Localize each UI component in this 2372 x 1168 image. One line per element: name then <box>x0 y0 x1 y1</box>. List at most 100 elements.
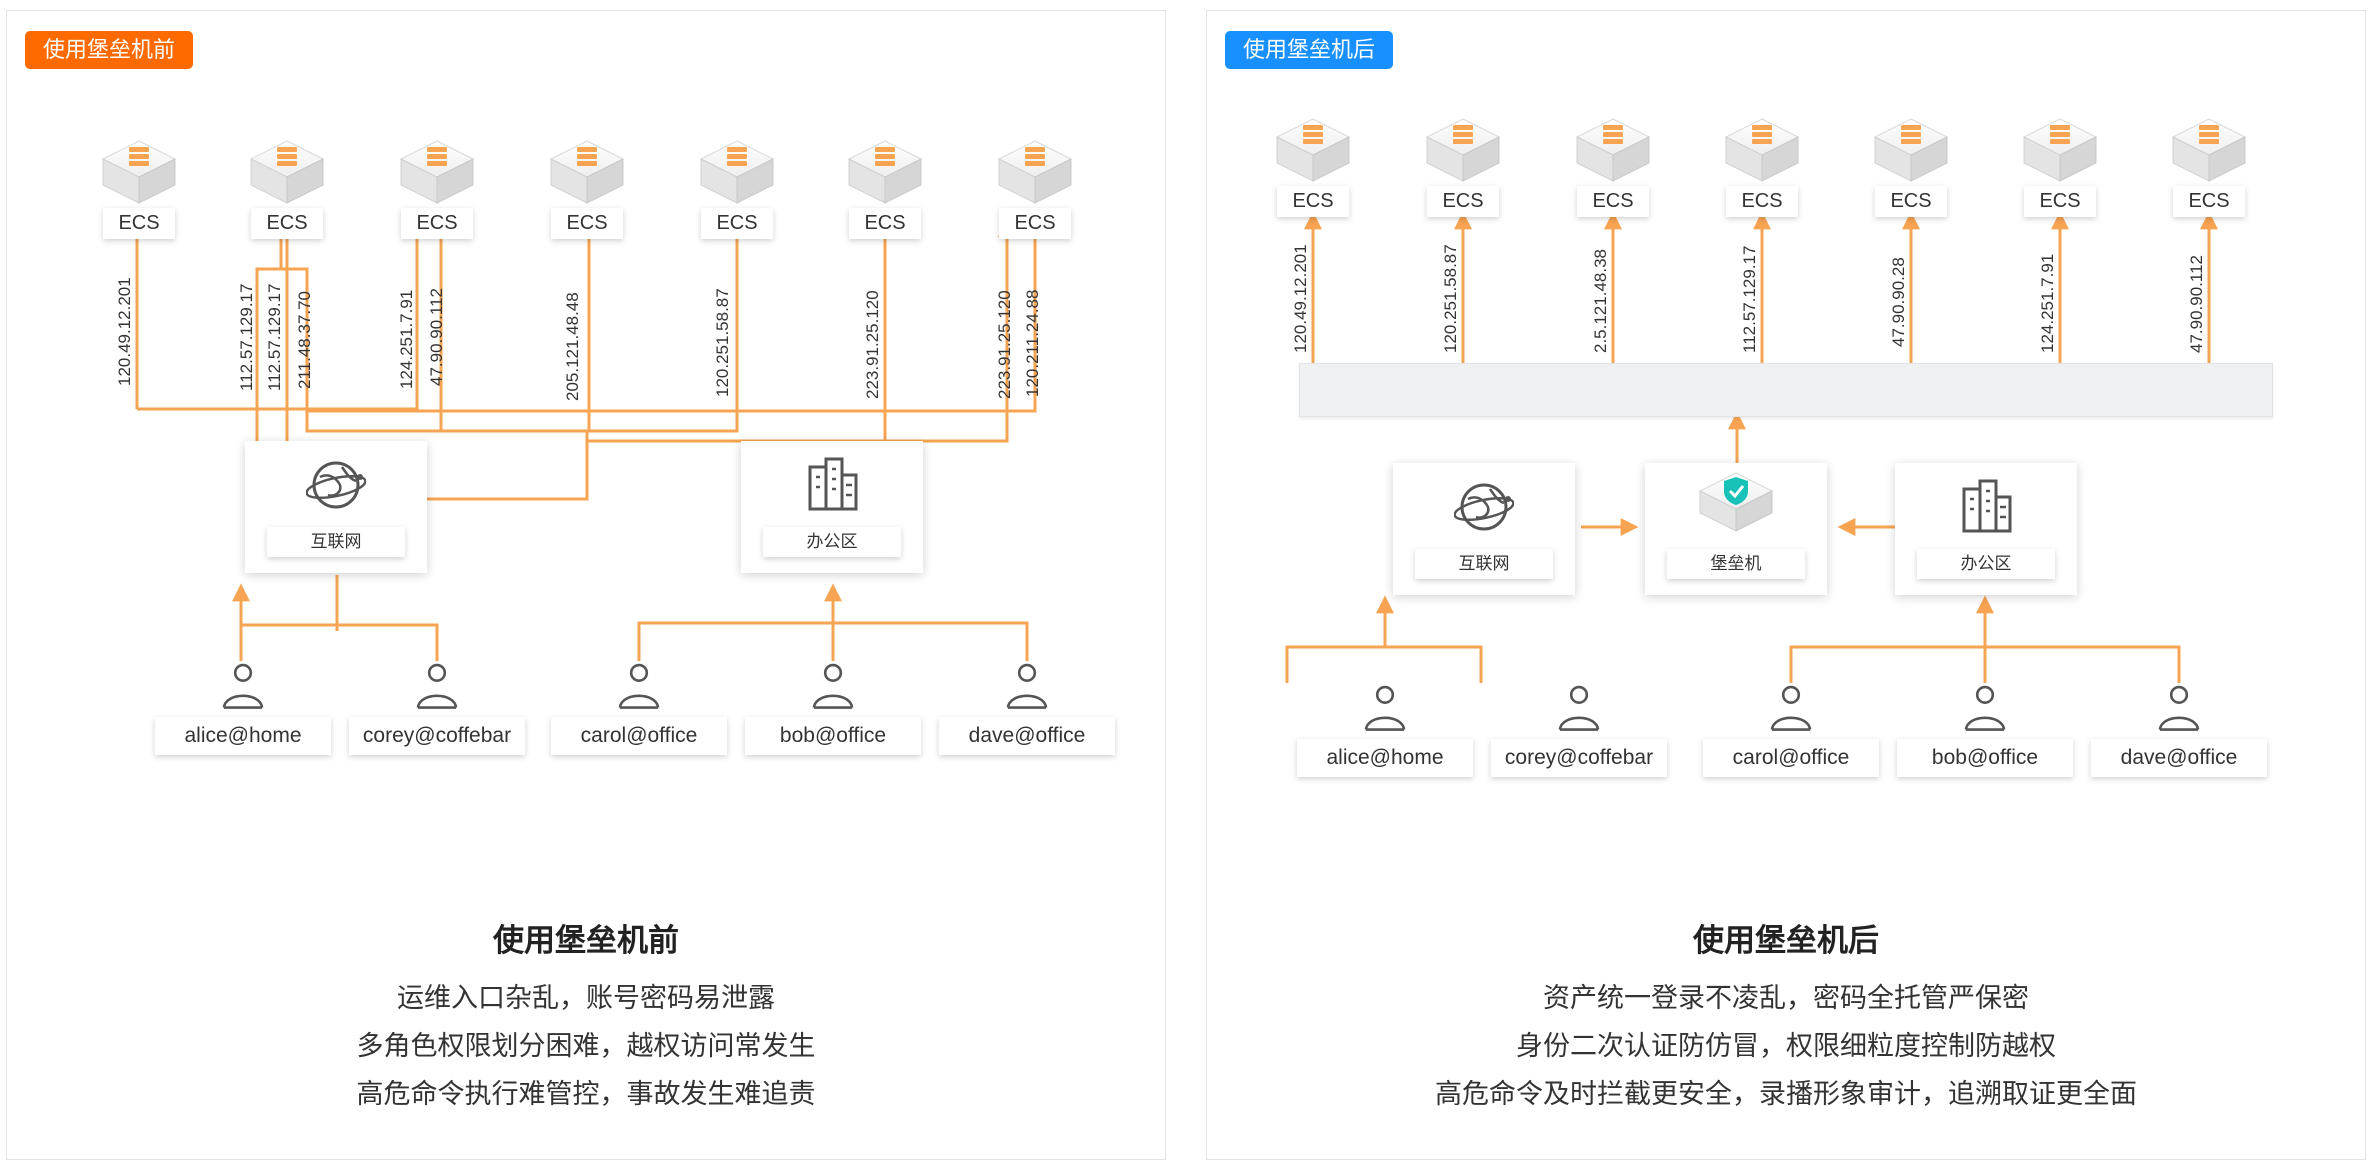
ecs-server[interactable]: ECS <box>1273 115 1353 217</box>
ecs-label: ECS <box>103 208 175 239</box>
ecs-label: ECS <box>1277 186 1349 217</box>
building-icon <box>1956 477 2016 537</box>
bastion-label: 堡垒机 <box>1667 549 1805 579</box>
office-node[interactable]: 办公区 <box>741 441 923 573</box>
user-item[interactable]: corey@coffebar <box>349 659 525 755</box>
server-cube-icon <box>99 137 179 207</box>
internet-node[interactable]: 互联网 <box>1393 463 1575 595</box>
user-item[interactable]: carol@office <box>1703 681 1879 777</box>
ip-label: 124.251.7.91 <box>397 289 416 389</box>
ecs-server[interactable]: ECS <box>397 137 477 239</box>
user-label: dave@office <box>2091 739 2267 777</box>
user-item[interactable]: alice@home <box>155 659 331 755</box>
ecs-server[interactable]: ECS <box>2020 115 2100 217</box>
internet-node[interactable]: 互联网 <box>245 441 427 573</box>
server-cube-icon <box>2169 115 2249 185</box>
server-cube-icon <box>697 137 777 207</box>
ecs-server[interactable]: ECS <box>1722 115 1802 217</box>
office-node[interactable]: 办公区 <box>1895 463 2077 595</box>
user-label: bob@office <box>1897 739 2073 777</box>
user-icon <box>1553 681 1605 733</box>
user-icon <box>2153 681 2205 733</box>
ecs-server[interactable]: ECS <box>845 137 925 239</box>
before-caption: 使用堡垒机前 运维入口杂乱，账号密码易泄露 多角色权限划分困难，越权访问常发生 … <box>7 915 1165 1118</box>
ip-label: 112.57.129.17 <box>237 283 256 391</box>
server-cube-icon <box>1423 115 1503 185</box>
ecs-server[interactable]: ECS <box>2169 115 2249 217</box>
user-label: corey@coffebar <box>1491 739 1667 777</box>
ecs-label: ECS <box>1427 186 1499 217</box>
bastion-shield-icon <box>1696 469 1776 539</box>
bastion-node[interactable]: 堡垒机 <box>1645 463 1827 595</box>
server-cube-icon <box>247 137 327 207</box>
ecs-label: ECS <box>1577 186 1649 217</box>
user-icon <box>411 659 463 711</box>
before-line-1: 运维入口杂乱，账号密码易泄露 <box>397 983 775 1013</box>
server-cube-icon <box>1722 115 1802 185</box>
after-line-2: 身份二次认证防仿冒，权限细粒度控制防越权 <box>1516 1031 2056 1061</box>
server-cube-icon <box>1273 115 1353 185</box>
user-label: alice@home <box>155 717 331 755</box>
ecs-label: ECS <box>401 208 473 239</box>
user-label: alice@home <box>1297 739 1473 777</box>
server-cube-icon <box>1573 115 1653 185</box>
user-icon <box>1765 681 1817 733</box>
ip-label: 47.90.90.112 <box>2187 255 2206 353</box>
user-icon <box>1959 681 2011 733</box>
ecs-server[interactable]: ECS <box>1871 115 1951 217</box>
user-icon <box>217 659 269 711</box>
panel-before: 使用堡垒机前 ECS ECS ECS ECS ECS ECS ECS 120.4… <box>6 10 1166 1160</box>
server-cube-icon <box>2020 115 2100 185</box>
internet-label: 互联网 <box>267 527 405 557</box>
ecs-server[interactable]: ECS <box>247 137 327 239</box>
ecs-server[interactable]: ECS <box>99 137 179 239</box>
ip-label: 124.251.7.91 <box>2038 253 2057 353</box>
server-cube-icon <box>547 137 627 207</box>
user-label: dave@office <box>939 717 1115 755</box>
panel-after: 使用堡垒机后 ECS ECS ECS ECS ECS ECS ECS 120.4… <box>1206 10 2366 1160</box>
internet-label: 互联网 <box>1415 549 1553 579</box>
server-cube-icon <box>845 137 925 207</box>
server-cube-icon <box>397 137 477 207</box>
after-line-1: 资产统一登录不凌乱，密码全托管严保密 <box>1543 983 2029 1013</box>
ip-label: 120.49.12.201 <box>115 277 134 386</box>
ip-label: 120.251.58.87 <box>713 288 732 397</box>
ecs-label: ECS <box>2024 186 2096 217</box>
user-item[interactable]: alice@home <box>1297 681 1473 777</box>
ip-label: 223.91.25.120 <box>863 290 882 399</box>
user-label: carol@office <box>551 717 727 755</box>
user-item[interactable]: bob@office <box>1897 681 2073 777</box>
user-label: corey@coffebar <box>349 717 525 755</box>
globe-icon <box>306 455 366 515</box>
ecs-label: ECS <box>2173 186 2245 217</box>
ip-label: 47.90.90.28 <box>1889 257 1908 347</box>
ecs-server[interactable]: ECS <box>1573 115 1653 217</box>
user-item[interactable]: dave@office <box>939 659 1115 755</box>
after-caption: 使用堡垒机后 资产统一登录不凌乱，密码全托管严保密 身份二次认证防仿冒，权限细粒… <box>1207 915 2365 1118</box>
ecs-server[interactable]: ECS <box>995 137 1075 239</box>
office-label: 办公区 <box>763 527 901 557</box>
user-item[interactable]: dave@office <box>2091 681 2267 777</box>
user-item[interactable]: bob@office <box>745 659 921 755</box>
user-icon <box>613 659 665 711</box>
after-title: 使用堡垒机后 <box>1693 923 1879 958</box>
ip-label: 112.57.129.17 <box>265 283 284 391</box>
ecs-server[interactable]: ECS <box>1423 115 1503 217</box>
before-title: 使用堡垒机前 <box>493 923 679 958</box>
office-label: 办公区 <box>1917 549 2055 579</box>
ecs-label: ECS <box>551 208 623 239</box>
ecs-server[interactable]: ECS <box>697 137 777 239</box>
user-icon <box>1001 659 1053 711</box>
server-cube-icon <box>995 137 1075 207</box>
ip-label: 47.90.90.112 <box>427 288 446 386</box>
ip-label: 223.91.25.120 <box>995 290 1014 399</box>
ecs-server[interactable]: ECS <box>547 137 627 239</box>
building-icon <box>802 455 862 515</box>
ip-label: 120.251.58.87 <box>1441 244 1460 353</box>
user-item[interactable]: carol@office <box>551 659 727 755</box>
user-item[interactable]: corey@coffebar <box>1491 681 1667 777</box>
ip-label: 211.48.37.70 <box>295 291 314 389</box>
ip-label: 120.211.24.88 <box>1023 289 1042 397</box>
ecs-label: ECS <box>1726 186 1798 217</box>
ecs-label: ECS <box>999 208 1071 239</box>
